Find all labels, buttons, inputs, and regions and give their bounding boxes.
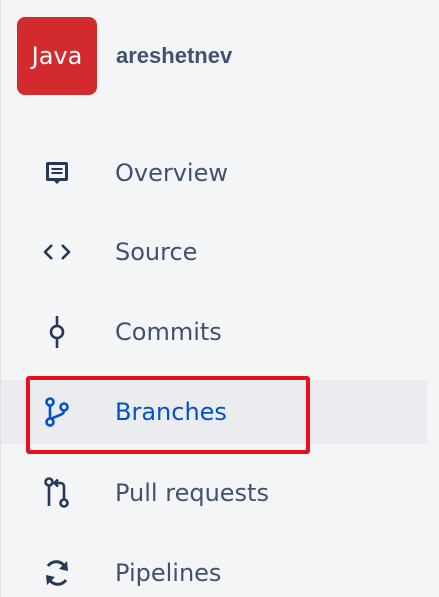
commit-icon (39, 314, 75, 350)
sidebar-item-label: Pull requests (115, 479, 269, 507)
repo-header[interactable]: Java areshetnev (17, 17, 417, 95)
branch-icon (39, 394, 75, 430)
repo-name[interactable]: areshetnev (116, 43, 232, 69)
repo-avatar[interactable]: Java (17, 17, 97, 95)
pull-request-icon (39, 475, 75, 511)
sidebar-item-overview[interactable]: Overview (1, 141, 427, 205)
pipelines-icon (39, 555, 75, 591)
sidebar-item-label: Commits (115, 318, 222, 346)
sidebar-item-label: Pipelines (115, 559, 222, 587)
sidebar-item-label: Source (115, 238, 198, 266)
sidebar-item-label: Overview (115, 159, 228, 187)
repo-avatar-text: Java (31, 42, 83, 70)
sidebar-item-commits[interactable]: Commits (1, 300, 427, 364)
sidebar-item-branches[interactable]: Branches (1, 380, 427, 444)
source-code-icon (39, 234, 75, 270)
sidebar-item-source[interactable]: Source (1, 220, 427, 284)
sidebar-item-label: Branches (115, 398, 227, 426)
overview-icon (39, 155, 75, 191)
sidebar: Java areshetnev Overview Source Commits … (0, 0, 439, 597)
sidebar-item-pipelines[interactable]: Pipelines (1, 541, 427, 597)
sidebar-item-pull-requests[interactable]: Pull requests (1, 461, 427, 525)
